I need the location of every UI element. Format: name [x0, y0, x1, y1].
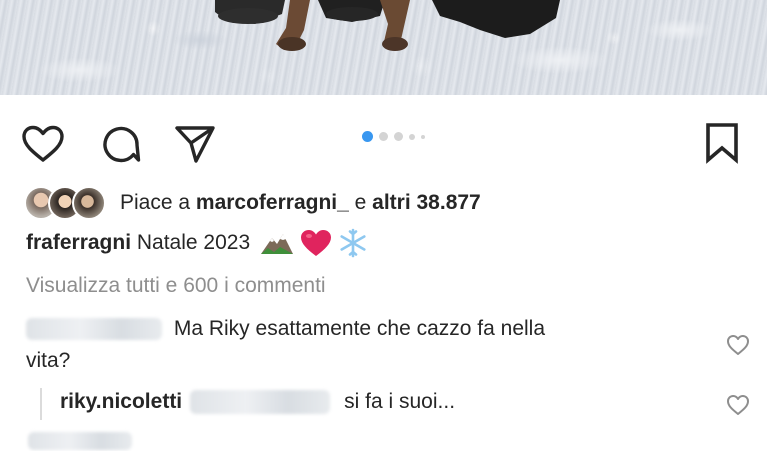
mountain-emoji: [261, 234, 294, 254]
reply-username-link[interactable]: riky.nicoletti: [60, 388, 182, 416]
comment-text-continued: vita?: [26, 349, 71, 372]
comment-icon[interactable]: [100, 124, 142, 164]
liker-username-link[interactable]: marcoferragni_: [196, 191, 349, 214]
red-heart-emoji: [301, 230, 332, 256]
view-all-comments-link[interactable]: Visualizza tutti e 600 i commenti: [26, 272, 326, 300]
post-photo[interactable]: [0, 0, 767, 95]
bookmark-icon[interactable]: [704, 122, 740, 164]
likes-text: Piace a marcoferragni_ e altri 38.877: [120, 189, 481, 217]
carousel-indicator: [362, 131, 425, 142]
caption-text: Natale 2023: [131, 231, 251, 254]
caption: fraferragni Natale 2023: [26, 228, 368, 258]
avatar: [72, 186, 106, 220]
caption-username-link[interactable]: fraferragni: [26, 231, 131, 254]
reply-item: riky.nicoletti si fa i suoi...: [40, 388, 455, 416]
paper-plane-icon[interactable]: [174, 124, 216, 164]
carousel-dot: [394, 132, 403, 141]
likes-connector: e: [348, 191, 373, 214]
comment-like-heart-icon[interactable]: [726, 334, 750, 356]
blurred-username: [26, 318, 162, 341]
snowflake-emoji: [340, 228, 366, 258]
liker-avatars: [24, 186, 106, 220]
likes-prefix: Piace a: [120, 191, 196, 214]
carousel-dot: [409, 133, 415, 140]
carousel-dot: [379, 132, 388, 141]
reply-like-heart-icon[interactable]: [726, 394, 750, 416]
heart-icon[interactable]: [21, 125, 65, 163]
blurred-next-comment: [28, 432, 132, 450]
reply-text: si fa i suoi...: [344, 390, 456, 413]
comment-text: Ma Riky esattamente che cazzo fa nella: [173, 317, 546, 340]
carousel-dot: [421, 134, 425, 139]
likes-summary[interactable]: Piace a marcoferragni_ e altri 38.877: [24, 185, 481, 221]
dog-legs-image: [215, 0, 560, 51]
blurred-mention: [190, 390, 331, 414]
comment-item: Ma Riky esattamente che cazzo fa nella v…: [26, 315, 706, 375]
likes-others-link[interactable]: altri 38.877: [372, 191, 481, 214]
carousel-dot-active: [362, 131, 373, 142]
